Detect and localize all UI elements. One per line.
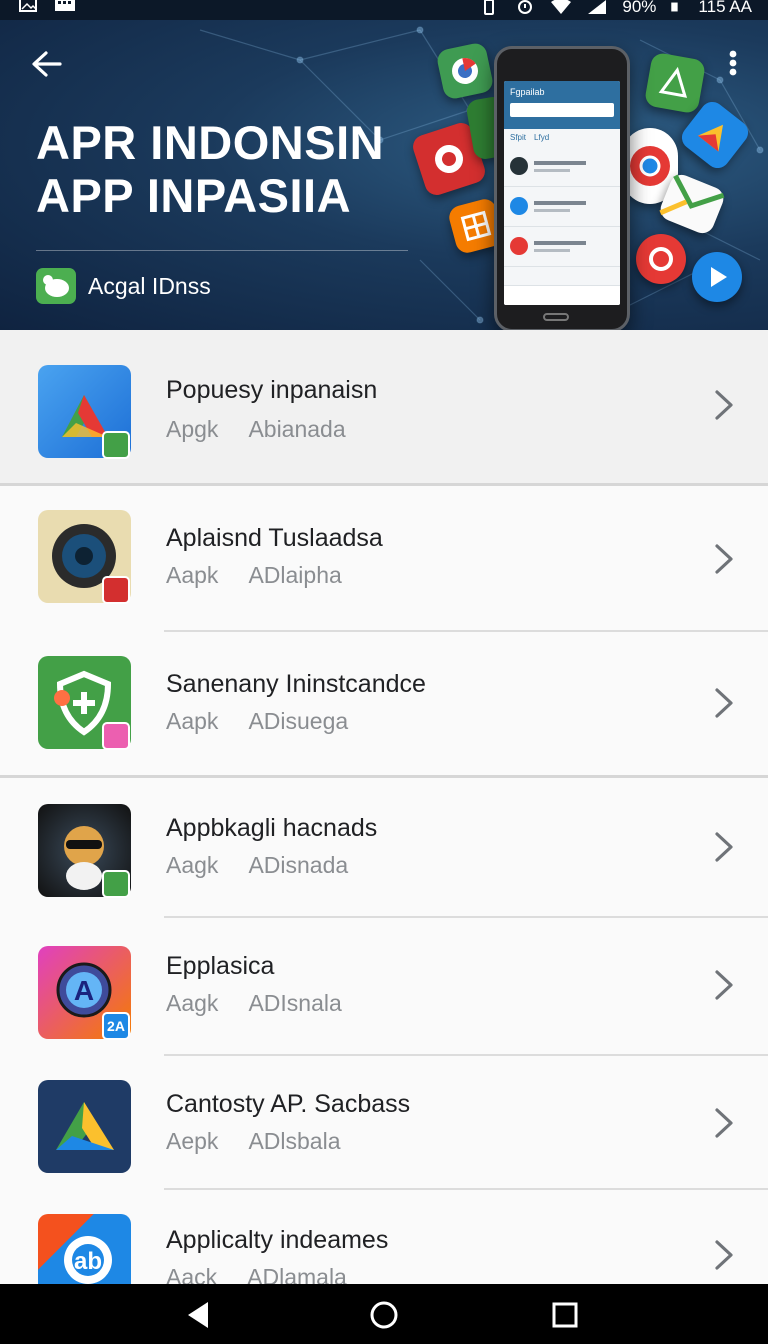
store-badge-icon bbox=[102, 722, 130, 750]
app-meta-type: Aagk bbox=[166, 990, 219, 1016]
video-play-floating-icon bbox=[692, 252, 742, 302]
list-item-app-1[interactable]: Popuesy inpanaisn Apgk Abianada bbox=[0, 330, 768, 486]
nav-back-button[interactable] bbox=[182, 1298, 216, 1332]
header-badge-label: Acgal IDnss bbox=[88, 272, 211, 299]
app-list: Popuesy inpanaisn Apgk Abianada Aplaisnd… bbox=[0, 330, 768, 1307]
app-name: Popuesy inpanaisn bbox=[166, 376, 378, 404]
app-name: Cantosty AP. Sacbass bbox=[166, 1090, 411, 1118]
hero-divider bbox=[36, 250, 408, 251]
phone-list-row bbox=[504, 147, 620, 187]
battery-percent: 90% bbox=[622, 0, 657, 16]
app-meta-category: ADisuega bbox=[248, 708, 349, 734]
phone-screen: Fgpailab Sfpit Lfyd bbox=[504, 81, 620, 305]
phone-home-button bbox=[543, 313, 569, 321]
chat-bubble-icon bbox=[36, 268, 76, 304]
phone-tab-2: Lfyd bbox=[534, 133, 550, 142]
store-badge-icon bbox=[102, 431, 130, 459]
app-meta-type: Aapk bbox=[166, 708, 219, 734]
app-meta-type: Aepk bbox=[166, 1128, 219, 1154]
store-badge-icon: 2A bbox=[102, 1012, 130, 1040]
app-name: Applicalty indeames bbox=[166, 1226, 389, 1254]
phone-app-title: Fgpailab bbox=[510, 87, 545, 97]
store-badge-icon bbox=[102, 576, 130, 604]
music-floating-icon bbox=[636, 234, 686, 284]
chevron-right-icon bbox=[715, 544, 733, 574]
app-meta-category: Abianada bbox=[248, 416, 346, 442]
app-meta-type: Aagk bbox=[166, 852, 219, 878]
app-meta: Aagk ADisnada bbox=[166, 852, 348, 879]
chevron-right-icon bbox=[715, 688, 733, 718]
app-name: Appbkagli hacnads bbox=[166, 814, 378, 842]
app-name: Epplasica bbox=[166, 952, 275, 980]
list-item-app-2[interactable]: Aplaisnd Tuslaadsa Aapk ADlaipha bbox=[0, 486, 768, 632]
page-title-line-2: APP INPASIIA bbox=[36, 169, 352, 222]
app-meta-category: ADlaipha bbox=[248, 562, 342, 588]
phone-tab-1: Sfpit bbox=[510, 133, 527, 142]
store-badge-text: 2A bbox=[107, 1018, 125, 1034]
chevron-right-icon bbox=[715, 832, 733, 862]
nav-home-button[interactable] bbox=[367, 1298, 401, 1332]
hero-header: APR INDONSIN APP INPASIIA Acgal IDnss Fg… bbox=[0, 20, 768, 330]
phone-nav-bar bbox=[504, 285, 620, 305]
chrome-like-floating-icon bbox=[435, 41, 495, 101]
list-item-app-7[interactable]: ab Applicalty indeames Aack ADlamala bbox=[0, 1190, 768, 1307]
phone-search-bar bbox=[510, 103, 614, 117]
smartphone-illustration: Fgpailab Sfpit Lfyd bbox=[494, 46, 630, 330]
image-icon bbox=[19, 0, 37, 12]
list-item-app-3[interactable]: Sanenany Ininstcandce Aapk ADisuega bbox=[0, 632, 768, 778]
app-meta-type: Apgk bbox=[166, 416, 219, 442]
overflow-menu-button[interactable] bbox=[718, 46, 748, 86]
svg-text:A: A bbox=[74, 975, 94, 1006]
app-meta: Aepk ADlsbala bbox=[166, 1128, 340, 1155]
play-floating-icon bbox=[643, 51, 707, 115]
page-title: APR INDONSIN APP INPASIIA bbox=[36, 116, 416, 222]
svg-text:ab: ab bbox=[74, 1248, 102, 1275]
drive-app-icon bbox=[38, 1080, 131, 1173]
page-title-line-1: APR INDONSIN bbox=[36, 116, 385, 169]
keyboard-icon bbox=[55, 0, 75, 11]
nav-recents-button[interactable] bbox=[548, 1298, 582, 1332]
chevron-right-icon bbox=[715, 390, 733, 420]
app-meta-category: ADlsbala bbox=[248, 1128, 341, 1154]
app-name: Sanenany Ininstcandce bbox=[166, 670, 426, 698]
app-meta-category: ADisnada bbox=[248, 852, 349, 878]
app-meta: Aapk ADlaipha bbox=[166, 562, 342, 589]
list-item-app-5[interactable]: A 2A Epplasica Aagk ADIsnala bbox=[0, 918, 768, 1056]
signal-icon bbox=[588, 0, 607, 14]
list-item-app-6[interactable]: Cantosty AP. Sacbass Aepk ADlsbala bbox=[0, 1056, 768, 1190]
chevron-right-icon bbox=[715, 1240, 733, 1270]
system-nav-bar bbox=[0, 1284, 768, 1344]
screen: 90% 115 AA APR INDONSIN APP INPASIIA Acg… bbox=[0, 0, 768, 1344]
store-badge-icon bbox=[102, 870, 130, 898]
app-meta: Apgk Abianada bbox=[166, 416, 346, 443]
chevron-right-icon bbox=[715, 970, 733, 1000]
phone-list-row bbox=[504, 187, 620, 227]
list-item-app-4[interactable]: Appbkagli hacnads Aagk ADisnada bbox=[0, 778, 768, 918]
battery-icon bbox=[671, 2, 679, 12]
back-arrow-button[interactable] bbox=[26, 46, 68, 82]
status-bar: 90% 115 AA bbox=[0, 0, 768, 20]
vibrate-icon bbox=[484, 0, 495, 15]
alarm-icon bbox=[518, 0, 533, 14]
phone-list-row bbox=[504, 227, 620, 267]
app-name: Aplaisnd Tuslaadsa bbox=[166, 524, 383, 552]
wifi-icon bbox=[551, 0, 572, 14]
app-meta: Aapk ADisuega bbox=[166, 708, 348, 735]
app-meta: Aagk ADIsnala bbox=[166, 990, 342, 1017]
app-meta-category: ADIsnala bbox=[248, 990, 342, 1016]
clock: 115 AA bbox=[698, 0, 752, 16]
app-meta-type: Aapk bbox=[166, 562, 219, 588]
header-badge: Acgal IDnss bbox=[36, 268, 211, 304]
chevron-right-icon bbox=[715, 1108, 733, 1138]
